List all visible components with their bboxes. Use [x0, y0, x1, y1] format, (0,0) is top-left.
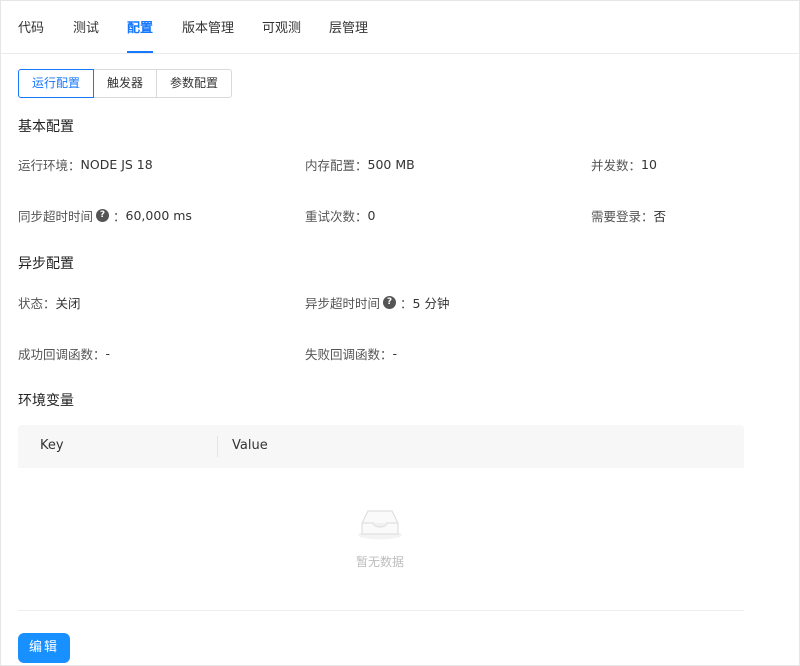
- tab-test[interactable]: 测试: [73, 17, 99, 53]
- field-value: -: [392, 346, 398, 361]
- subtab-triggers[interactable]: 触发器: [93, 69, 158, 98]
- field-value: 0: [367, 208, 376, 223]
- question-icon[interactable]: ?: [383, 296, 397, 309]
- active-tab-indicator: [127, 51, 153, 53]
- field-label: 异步超时时间: [305, 296, 381, 311]
- question-icon[interactable]: ?: [96, 209, 110, 222]
- field-label: 需要登录：: [591, 209, 654, 224]
- field-failure-callback: 失败回调函数： -: [305, 344, 397, 363]
- tab-config[interactable]: 配置: [127, 17, 153, 53]
- field-label: 状态：: [18, 296, 56, 311]
- section-title-async: 异步配置: [18, 256, 74, 272]
- tab-layer-management[interactable]: 层管理: [329, 17, 368, 53]
- field-login-required: 需要登录： 否: [591, 206, 666, 225]
- empty-inbox-icon: [356, 505, 404, 545]
- top-tab-bar: 代码 测试 配置 版本管理 可观测 层管理: [1, 1, 799, 54]
- field-value: 关闭: [55, 296, 81, 311]
- field-concurrency: 并发数： 10: [591, 155, 657, 174]
- field-label: 成功回调函数：: [18, 347, 106, 362]
- field-value: NODE JS 18: [80, 157, 153, 172]
- subtab-run-config[interactable]: 运行配置: [18, 69, 95, 98]
- sub-tab-group: 运行配置 触发器 参数配置: [18, 69, 233, 98]
- table-bottom-divider: [18, 610, 744, 611]
- field-label: 运行环境：: [18, 158, 81, 173]
- tab-code[interactable]: 代码: [18, 17, 44, 53]
- field-colon: ：: [113, 209, 126, 224]
- field-value: 60,000 ms: [125, 208, 192, 223]
- field-value: -: [105, 346, 111, 361]
- field-colon: ：: [400, 296, 413, 311]
- field-sync-timeout: 同步超时时间 ? ： 60,000 ms: [18, 206, 192, 225]
- field-label: 失败回调函数：: [305, 347, 393, 362]
- column-header-value: Value: [232, 438, 268, 453]
- config-panel: 代码 测试 配置 版本管理 可观测 层管理 运行配置 触发器 参数配置 基本配置…: [0, 0, 800, 666]
- section-title-basic: 基本配置: [18, 119, 74, 135]
- field-retries: 重试次数： 0: [305, 206, 375, 225]
- tab-observability[interactable]: 可观测: [262, 17, 301, 53]
- field-value: 5 分钟: [412, 296, 450, 311]
- field-label: 内存配置：: [305, 158, 368, 173]
- empty-state-text: 暂无数据: [356, 555, 405, 569]
- column-divider: [217, 436, 218, 457]
- field-success-callback: 成功回调函数： -: [18, 344, 110, 363]
- field-runtime: 运行环境： NODE JS 18: [18, 155, 153, 174]
- field-memory: 内存配置： 500 MB: [305, 155, 415, 174]
- field-value: 500 MB: [367, 157, 415, 172]
- field-label: 同步超时时间: [18, 209, 94, 224]
- field-async-timeout: 异步超时时间 ? ： 5 分钟: [305, 293, 449, 312]
- field-value: 否: [653, 209, 667, 224]
- subtab-param-config[interactable]: 参数配置: [156, 69, 233, 98]
- field-label: 重试次数：: [305, 209, 368, 224]
- edit-button[interactable]: 编辑: [18, 633, 70, 663]
- field-label: 并发数：: [591, 158, 642, 173]
- column-header-key: Key: [40, 438, 64, 453]
- tab-version-management[interactable]: 版本管理: [182, 17, 234, 53]
- field-async-status: 状态： 关闭: [18, 293, 81, 312]
- field-value: 10: [641, 157, 657, 172]
- section-title-env: 环境变量: [18, 393, 74, 409]
- env-table-header: Key Value: [18, 425, 744, 468]
